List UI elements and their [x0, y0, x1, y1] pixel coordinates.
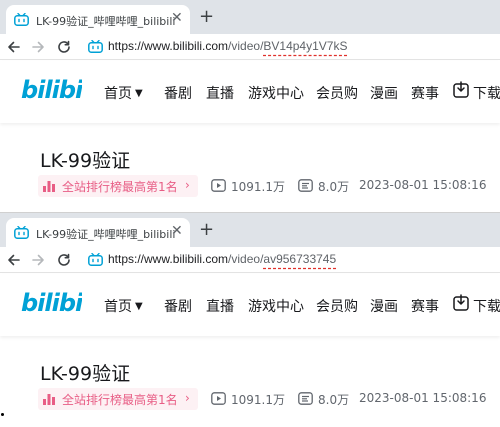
nav-vip-shop[interactable]: 会员购 [316, 296, 358, 316]
forward-arrow-icon[interactable] [28, 250, 48, 270]
nav-home-label: 首页 [104, 299, 132, 315]
chevron-right-icon: › [185, 178, 190, 192]
publish-date: 2023-08-01 15:08:16 [359, 391, 487, 405]
download-icon[interactable] [453, 294, 469, 311]
chevron-down-icon: ▼ [135, 88, 143, 99]
tab-close-icon[interactable]: ✕ [171, 10, 183, 26]
nav-esports[interactable]: 赛事 [411, 296, 439, 316]
site-header: bilibili 首页▼ 番剧 直播 游戏中心 会员购 漫画 赛事 下载 [0, 274, 500, 336]
url-video-id: BV14p4y1V7kS [263, 39, 348, 53]
reload-icon[interactable] [54, 37, 74, 57]
nav-download[interactable]: 下载 [473, 83, 500, 103]
nav-esports[interactable]: 赛事 [411, 83, 439, 103]
back-arrow-icon[interactable] [4, 37, 24, 57]
new-tab-plus-icon[interactable]: + [199, 220, 214, 240]
nav-live[interactable]: 直播 [206, 296, 234, 316]
bar-chart-icon [43, 394, 55, 405]
view-count: 1091.1万 [231, 393, 285, 407]
url-domain: https://www.bilibili.com [108, 252, 229, 266]
bar-chart-icon [43, 181, 55, 192]
nav-home[interactable]: 首页 ▼ [104, 296, 143, 316]
browser-screen-av: LK-99验证_哔哩哔哩_bilibili ✕ + https://www.bi… [0, 213, 500, 425]
nav-comic[interactable]: 漫画 [370, 296, 398, 316]
danmaku-count: 8.0万 [318, 393, 350, 407]
url-domain: https://www.bilibili.com [108, 39, 229, 53]
bilibili-tv-icon [14, 226, 29, 239]
tab-title: LK-99验证_哔哩哔哩_bilibili [36, 228, 176, 241]
browser-tab[interactable]: LK-99验证_哔哩哔哩_bilibili ✕ [6, 5, 190, 34]
nav-game-center[interactable]: 游戏中心 [248, 83, 304, 103]
url-path: /video/ [228, 39, 264, 53]
chevron-right-icon: › [185, 391, 190, 405]
address-bar[interactable]: https://www.bilibili.com/video/BV14p4y1V… [80, 35, 500, 59]
rank-badge-label: 全站排行榜最高第1名 [62, 393, 178, 407]
svg-text:bilibili: bilibili [21, 76, 82, 104]
play-icon [211, 392, 226, 405]
tab-close-icon[interactable]: ✕ [171, 223, 183, 239]
forward-arrow-icon[interactable] [28, 37, 48, 57]
svg-text:bilibili: bilibili [21, 289, 82, 317]
tab-title: LK-99验证_哔哩哔哩_bilibili [36, 15, 176, 28]
video-title: LK-99验证 [40, 363, 131, 385]
video-title: LK-99验证 [40, 150, 131, 172]
danmaku-icon [298, 392, 313, 405]
chevron-down-icon: ▼ [135, 301, 143, 312]
view-count: 1091.1万 [231, 180, 285, 194]
browser-toolbar: https://www.bilibili.com/video/BV14p4y1V… [0, 34, 500, 60]
stray-dot [1, 413, 4, 416]
url-path: /video/ [228, 252, 264, 266]
address-bar[interactable]: https://www.bilibili.com/video/av9567337… [80, 248, 500, 272]
rank-badge-label: 全站排行榜最高第1名 [62, 180, 178, 194]
nav-home-label: 首页 [104, 86, 132, 102]
nav-vip-shop[interactable]: 会员购 [316, 83, 358, 103]
reload-icon[interactable] [54, 250, 74, 270]
nav-comic[interactable]: 漫画 [370, 83, 398, 103]
nav-home[interactable]: 首页 ▼ [104, 83, 143, 103]
bilibili-tv-icon [14, 13, 29, 26]
url-text: https://www.bilibili.com/video/BV14p4y1V… [108, 39, 347, 53]
nav-anime[interactable]: 番剧 [164, 296, 192, 316]
nav-download[interactable]: 下载 [473, 296, 500, 316]
play-icon [211, 179, 226, 192]
bilibili-logo[interactable]: bilibili [20, 287, 82, 317]
danmaku-icon [298, 179, 313, 192]
tab-strip: LK-99验证_哔哩哔哩_bilibili ✕ + [0, 213, 500, 247]
nav-game-center[interactable]: 游戏中心 [248, 296, 304, 316]
download-icon[interactable] [453, 81, 469, 98]
url-video-id: av956733745 [263, 252, 337, 266]
nav-anime[interactable]: 番剧 [164, 83, 192, 103]
nav-live[interactable]: 直播 [206, 83, 234, 103]
site-header: bilibili 首页▼ 番剧 直播 游戏中心 会员购 漫画 赛事 下载 [0, 61, 500, 123]
bilibili-tv-icon [88, 253, 103, 266]
publish-date: 2023-08-01 15:08:16 [359, 178, 487, 192]
back-arrow-icon[interactable] [4, 250, 24, 270]
new-tab-plus-icon[interactable]: + [199, 7, 214, 27]
tab-strip: LK-99验证_哔哩哔哩_bilibili ✕ + [0, 0, 500, 34]
rank-badge[interactable]: 全站排行榜最高第1名 › [38, 388, 198, 410]
rank-badge[interactable]: 全站排行榜最高第1名 › [38, 175, 198, 197]
danmaku-count: 8.0万 [318, 180, 350, 194]
url-text: https://www.bilibili.com/video/av9567337… [108, 252, 336, 266]
bilibili-logo[interactable]: bilibili [20, 74, 82, 104]
bilibili-tv-icon [88, 40, 103, 53]
browser-tab[interactable]: LK-99验证_哔哩哔哩_bilibili ✕ [6, 218, 190, 247]
browser-toolbar: https://www.bilibili.com/video/av9567337… [0, 247, 500, 273]
video-meta: 全站排行榜最高第1名 › 1091.1万 8.0万 2023-08-01 15:… [38, 175, 498, 197]
browser-screen-bv: LK-99验证_哔哩哔哩_bilibili ✕ + https://www.bi… [0, 0, 500, 212]
video-meta: 全站排行榜最高第1名 › 1091.1万 8.0万 2023-08-01 15:… [38, 388, 498, 410]
